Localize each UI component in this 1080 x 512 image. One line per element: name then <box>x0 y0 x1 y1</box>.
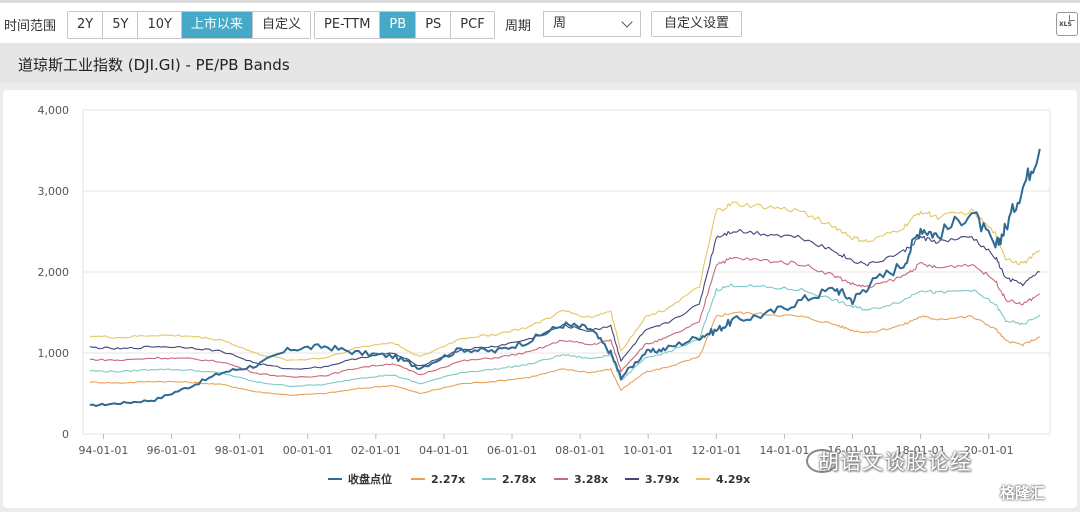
chart-title: 道琼斯工业指数 (DJI.GI) - PE/PB Bands <box>18 56 290 74</box>
legend-label-2: 2.78x <box>502 473 536 486</box>
x-tick-label: 02-01-01 <box>351 444 401 457</box>
series-line-3 <box>89 257 1041 378</box>
watermark-logo: 格隆汇 <box>1000 484 1046 502</box>
range-option-3[interactable]: 上市以来 <box>181 12 253 38</box>
metric-option-1[interactable]: PB <box>380 12 417 38</box>
range-option-1[interactable]: 5Y <box>103 12 139 38</box>
series-line-4 <box>89 228 1040 370</box>
xls-export-icon[interactable]: XLS <box>1056 12 1078 36</box>
range-option-2[interactable]: 10Y <box>138 12 182 38</box>
x-tick-label: 04-01-01 <box>419 444 469 457</box>
xls-icon-text: XLS <box>1059 21 1072 28</box>
chevron-down-icon <box>621 16 633 28</box>
time-range-label: 时间范围 <box>4 19 57 34</box>
metric-option-0[interactable]: PE-TTM <box>315 12 381 38</box>
y-tick-label: 3,000 <box>38 185 70 198</box>
chart-title-bar: 道琼斯工业指数 (DJI.GI) - PE/PB Bands <box>0 43 1080 83</box>
series-line-5 <box>89 201 1041 362</box>
x-tick-label: 98-01-01 <box>215 444 265 457</box>
y-tick-label: 2,000 <box>38 266 70 279</box>
custom-settings-button[interactable]: 自定义设置 <box>651 11 743 37</box>
legend-label-1: 2.27x <box>431 473 465 486</box>
x-tick-label: 12-01-01 <box>691 444 741 457</box>
x-tick-label: 10-01-01 <box>623 444 673 457</box>
y-tick-label: 1,000 <box>38 347 70 360</box>
period-select[interactable]: 周 <box>543 11 641 37</box>
x-tick-label: 14-01-01 <box>759 444 809 457</box>
legend-label-3: 3.28x <box>574 473 608 486</box>
range-option-0[interactable]: 2Y <box>68 12 104 38</box>
y-tick-label: 0 <box>62 428 69 441</box>
legend-label-0: 收盘点位 <box>348 472 392 486</box>
x-tick-label: 96-01-01 <box>147 444 197 457</box>
metric-option-2[interactable]: PS <box>416 12 452 38</box>
x-tick-label: 08-01-01 <box>555 444 605 457</box>
watermark-text: 胡语文谈股论经 <box>818 450 972 474</box>
x-tick-label: 94-01-01 <box>78 444 128 457</box>
legend-label-4: 3.79x <box>645 473 679 486</box>
toolbar: 时间范围 2Y 5Y 10Y 上市以来 自定义 PE-TTM PB PS PCF 周期 周 自… <box>0 3 1080 43</box>
series-line-2 <box>89 283 1041 388</box>
range-option-4[interactable]: 自定义 <box>253 12 310 38</box>
legend-label-5: 4.29x <box>716 473 750 486</box>
x-tick-label: 06-01-01 <box>487 444 537 457</box>
time-range-selector: 2Y 5Y 10Y 上市以来 自定义 <box>67 11 311 39</box>
y-tick-label: 4,000 <box>38 104 70 117</box>
x-tick-label: 00-01-01 <box>283 444 333 457</box>
metric-selector: PE-TTM PB PS PCF <box>314 11 495 39</box>
period-select-value: 周 <box>553 16 567 31</box>
period-label: 周期 <box>505 19 532 34</box>
metric-option-3[interactable]: PCF <box>451 12 493 38</box>
